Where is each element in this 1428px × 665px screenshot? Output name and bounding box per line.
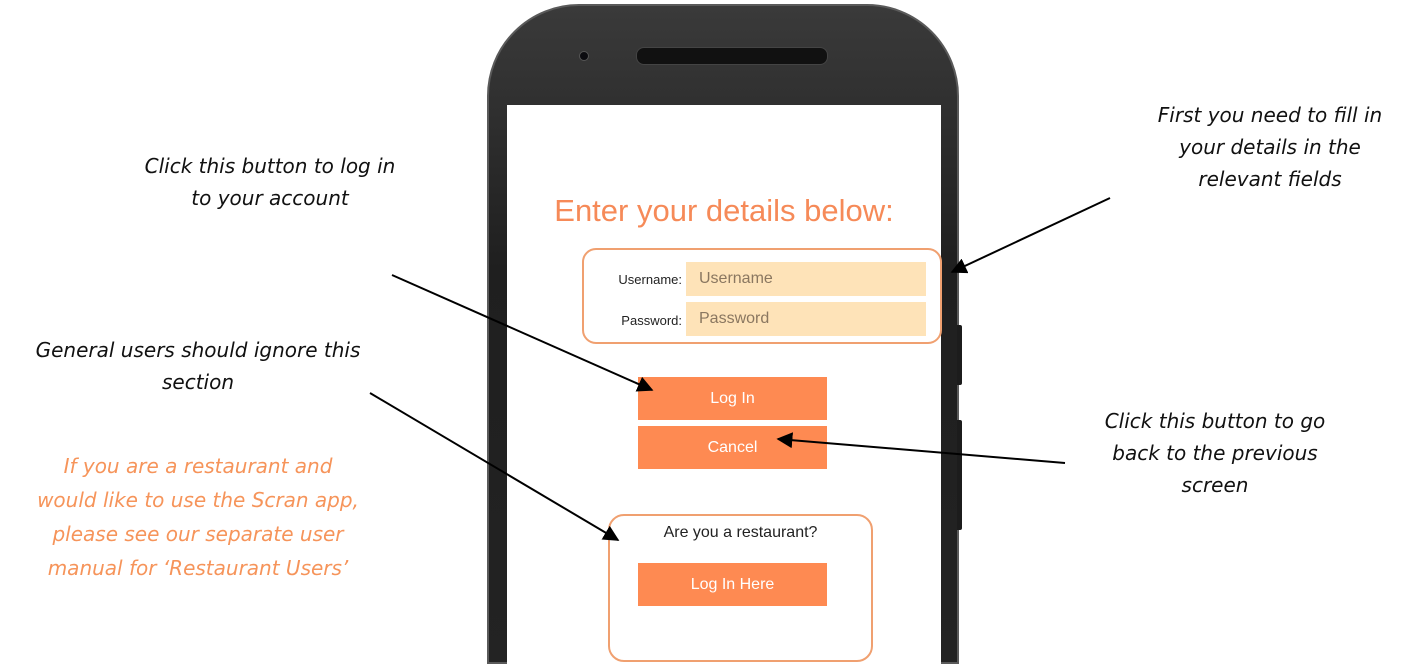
note-line: Click this button to go: [1104, 409, 1326, 433]
note-line: to your account: [191, 186, 349, 210]
cancel-button[interactable]: Cancel: [638, 426, 827, 469]
login-note: Click this button to log in to your acco…: [100, 150, 440, 214]
cancel-note: Click this button to go back to the prev…: [1060, 405, 1370, 501]
login-button[interactable]: Log In: [638, 377, 827, 420]
note-line: Click this button to log in: [144, 154, 396, 178]
note-line: please see our separate user: [52, 522, 344, 546]
note-line: If you are a restaurant and: [63, 454, 333, 478]
note-line: would like to use the Scran app,: [37, 488, 359, 512]
note-line: manual for ‘Restaurant Users’: [47, 556, 349, 580]
phone-side-button: [957, 420, 962, 530]
restaurant-users-note: If you are a restaurant and would like t…: [0, 449, 396, 585]
note-line: back to the previous: [1112, 441, 1318, 465]
fields-arrow: [950, 197, 1111, 274]
general-users-note: General users should ignore this section: [0, 334, 396, 398]
restaurant-login-button[interactable]: Log In Here: [638, 563, 827, 606]
username-label: Username:: [618, 272, 682, 287]
note-line: relevant fields: [1198, 167, 1342, 191]
note-line: section: [161, 370, 235, 394]
username-input[interactable]: [686, 262, 926, 296]
phone-side-button: [957, 325, 962, 385]
restaurant-prompt: Are you a restaurant?: [663, 524, 818, 541]
page-title: Enter your details below:: [554, 193, 894, 228]
phone-speaker: [636, 47, 828, 65]
note-line: your details in the: [1179, 135, 1361, 159]
note-line: First you need to fill in: [1157, 103, 1383, 127]
password-label: Password:: [621, 313, 682, 328]
note-line: General users should ignore this: [35, 338, 361, 362]
note-line: screen: [1181, 473, 1249, 497]
password-input[interactable]: [686, 302, 926, 336]
phone-camera: [579, 51, 589, 61]
fields-note: First you need to fill in your details i…: [1115, 99, 1425, 195]
